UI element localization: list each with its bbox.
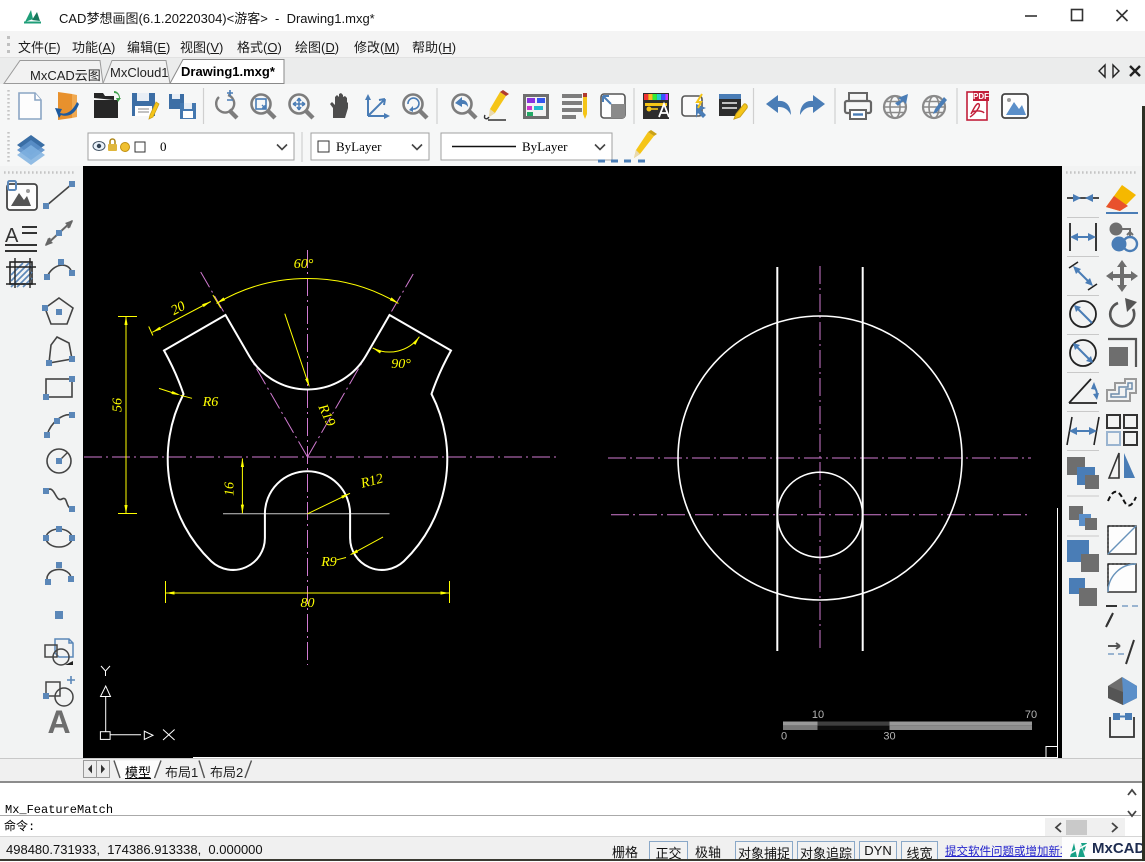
svg-text:30: 30 <box>883 731 895 743</box>
svg-text:0: 0 <box>160 139 167 154</box>
svg-text:90°: 90° <box>391 357 411 372</box>
svg-text:ByLayer: ByLayer <box>336 139 382 154</box>
svg-text:ByLayer: ByLayer <box>522 139 568 154</box>
svg-text:16: 16 <box>223 482 238 496</box>
svg-text:56: 56 <box>111 398 126 412</box>
svg-text:10: 10 <box>812 709 824 721</box>
svg-text:0: 0 <box>781 731 787 743</box>
svg-text:PDF: PDF <box>973 92 989 101</box>
svg-text:R9: R9 <box>320 555 337 570</box>
svg-text:A: A <box>5 225 19 247</box>
svg-text:R6: R6 <box>202 395 219 410</box>
svg-text:80: 80 <box>301 596 315 611</box>
svg-text:70: 70 <box>1025 709 1037 721</box>
svg-text:60°: 60° <box>294 257 314 272</box>
svg-text:A: A <box>47 704 70 740</box>
